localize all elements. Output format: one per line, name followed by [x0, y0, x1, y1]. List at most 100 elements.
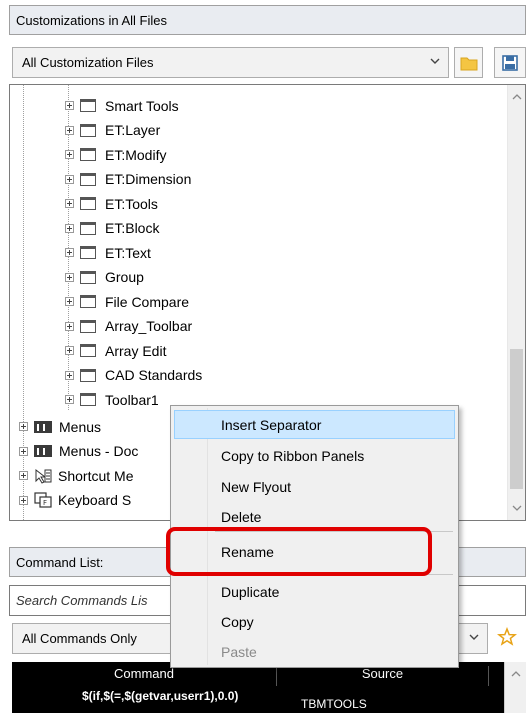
menu-item-insert-separator[interactable]: Insert Separator	[174, 410, 455, 439]
expand-plus-icon[interactable]	[65, 297, 74, 306]
toolbar-icon	[80, 319, 96, 333]
tree-item-toolbar[interactable]: ET:Modify	[65, 142, 166, 167]
expand-plus-icon[interactable]	[65, 223, 74, 233]
context-menu[interactable]: Insert Separator Copy to Ribbon Panels New…	[170, 405, 459, 668]
folder-icon	[460, 57, 478, 71]
column-header-command[interactable]: Command	[12, 666, 277, 686]
expand-plus-icon[interactable]	[65, 321, 74, 331]
menu-item-delete[interactable]: Delete	[174, 502, 455, 531]
tree-item-toolbar[interactable]: ET:Block	[65, 216, 159, 241]
menu-item-label: Copy	[221, 614, 254, 630]
tree-item-label: Keyboard S	[58, 492, 132, 508]
expand-plus-icon[interactable]	[65, 199, 74, 208]
tree-item-label: Smart Tools	[105, 97, 179, 114]
tree-item-toolbar[interactable]: Array_Toolbar	[65, 314, 192, 339]
toolbar-icon	[80, 246, 96, 259]
tree-item-root[interactable]: Menus	[19, 414, 101, 439]
chevron-down-icon	[430, 58, 440, 64]
menu-item-label: Paste	[221, 644, 257, 660]
table-row-source[interactable]: TBMTOOLS	[301, 697, 367, 711]
tree-item-label: Array Edit	[105, 342, 167, 359]
toolbar-icon	[80, 99, 96, 112]
menu-item-label: New Flyout	[221, 479, 292, 495]
menu-icon	[34, 445, 52, 457]
menu-item-new-flyout[interactable]: New Flyout	[174, 472, 455, 501]
tree-item-toolbar[interactable]: Array Edit	[65, 338, 166, 363]
save-icon	[502, 55, 518, 71]
open-file-button[interactable]	[454, 47, 483, 78]
expand-plus-icon[interactable]	[65, 346, 74, 355]
customization-files-dropdown[interactable]: All Customization Files	[12, 47, 449, 78]
tree-item-toolbar[interactable]: ET:Dimension	[65, 167, 191, 192]
menu-item-label: Copy to Ribbon Panels	[221, 448, 365, 464]
command-grid[interactable]: Command Source $(if,$(=,$(getvar,userr1)…	[12, 662, 526, 713]
shortcut-menu-icon	[35, 468, 52, 484]
tree-item-toolbar[interactable]: Smart Tools	[65, 93, 179, 118]
tree-item-toolbar[interactable]: ET:Text	[65, 240, 151, 265]
customization-files-value: All Customization Files	[22, 55, 154, 70]
expand-plus-icon[interactable]	[65, 395, 74, 404]
command-filter-value: All Commands Only	[22, 631, 137, 646]
context-menu-divider	[215, 574, 453, 575]
toolbar-icon	[80, 270, 96, 284]
tree-item-label: Menus - Doc	[59, 443, 139, 459]
toolbar-icon	[80, 221, 96, 235]
scroll-up-icon[interactable]	[511, 670, 521, 678]
expand-plus-icon[interactable]	[65, 272, 74, 282]
menu-item-label: Rename	[221, 544, 274, 560]
expand-plus-icon[interactable]	[65, 248, 74, 257]
menu-item-label: Delete	[221, 509, 262, 525]
scroll-up-icon[interactable]	[512, 93, 522, 101]
expand-plus-icon[interactable]	[65, 125, 74, 135]
context-menu-divider	[215, 531, 453, 532]
expand-plus-icon[interactable]	[65, 101, 74, 110]
customizations-header: Customizations in All Files	[9, 5, 526, 35]
expand-plus-icon[interactable]	[65, 150, 74, 159]
tree-item-root[interactable]: Menus - Doc	[19, 439, 138, 464]
tree-item-toolbar[interactable]: ET:Tools	[65, 191, 158, 216]
column-header-source[interactable]: Source	[277, 666, 489, 686]
toolbar-icon	[80, 368, 96, 382]
menu-item-copy-to-ribbon-panels[interactable]: Copy to Ribbon Panels	[174, 441, 455, 470]
toolbar-icon	[80, 148, 96, 161]
expand-plus-icon[interactable]	[65, 370, 74, 380]
chevron-down-icon	[469, 634, 479, 640]
table-row-command[interactable]: $(if,$(=,$(getvar,userr1),0.0)	[82, 689, 238, 703]
tree-item-label: File Compare	[105, 293, 190, 310]
menu-item-duplicate[interactable]: Duplicate	[174, 577, 455, 606]
tree-item-label: ET:Text	[105, 244, 151, 261]
expand-plus-icon[interactable]	[19, 471, 28, 480]
grid-scrollbar[interactable]	[504, 662, 526, 713]
command-search-placeholder: Search Commands Lis	[16, 593, 148, 608]
tree-item-label: Shortcut Me	[58, 467, 134, 484]
menu-item-copy[interactable]: Copy	[174, 607, 455, 636]
tree-item-toolbar[interactable]: ET:Layer	[65, 118, 160, 143]
tree-item-toolbar[interactable]: File Compare	[65, 289, 189, 314]
tree-item-label: Array_Toolbar	[105, 318, 193, 334]
tree-item-label: Menus	[59, 418, 102, 435]
toolbar-icon	[80, 123, 96, 137]
expand-plus-icon[interactable]	[65, 174, 74, 184]
star-icon[interactable]	[497, 627, 517, 647]
customizations-header-label: Customizations in All Files	[16, 13, 167, 28]
tree-item-root[interactable]: F Keyboard S	[19, 488, 131, 513]
tree-item-label: ET:Block	[105, 220, 160, 236]
menu-item-label: Insert Separator	[221, 417, 322, 433]
toolbar-icon	[80, 197, 96, 210]
save-file-button[interactable]	[494, 47, 526, 78]
tree-item-label: ET:Dimension	[105, 171, 192, 187]
svg-text:F: F	[43, 499, 47, 507]
tree-item-root[interactable]: Shortcut Me	[19, 463, 133, 488]
tree-item-toolbar[interactable]: Toolbar1	[65, 387, 159, 412]
menu-item-rename[interactable]: Rename	[174, 537, 455, 566]
scroll-down-icon[interactable]	[512, 504, 522, 512]
expand-plus-icon[interactable]	[19, 495, 28, 505]
tree-item-toolbar[interactable]: Group	[65, 265, 144, 290]
tree-scrollbar[interactable]	[507, 85, 525, 520]
expand-plus-icon[interactable]	[19, 422, 28, 431]
expand-plus-icon[interactable]	[19, 446, 28, 456]
tree-item-toolbar[interactable]: CAD Standards	[65, 363, 202, 388]
tree-item-label: ET:Layer	[105, 122, 161, 138]
tree-scroll-thumb[interactable]	[510, 349, 523, 489]
toolbar-icon	[80, 393, 96, 406]
